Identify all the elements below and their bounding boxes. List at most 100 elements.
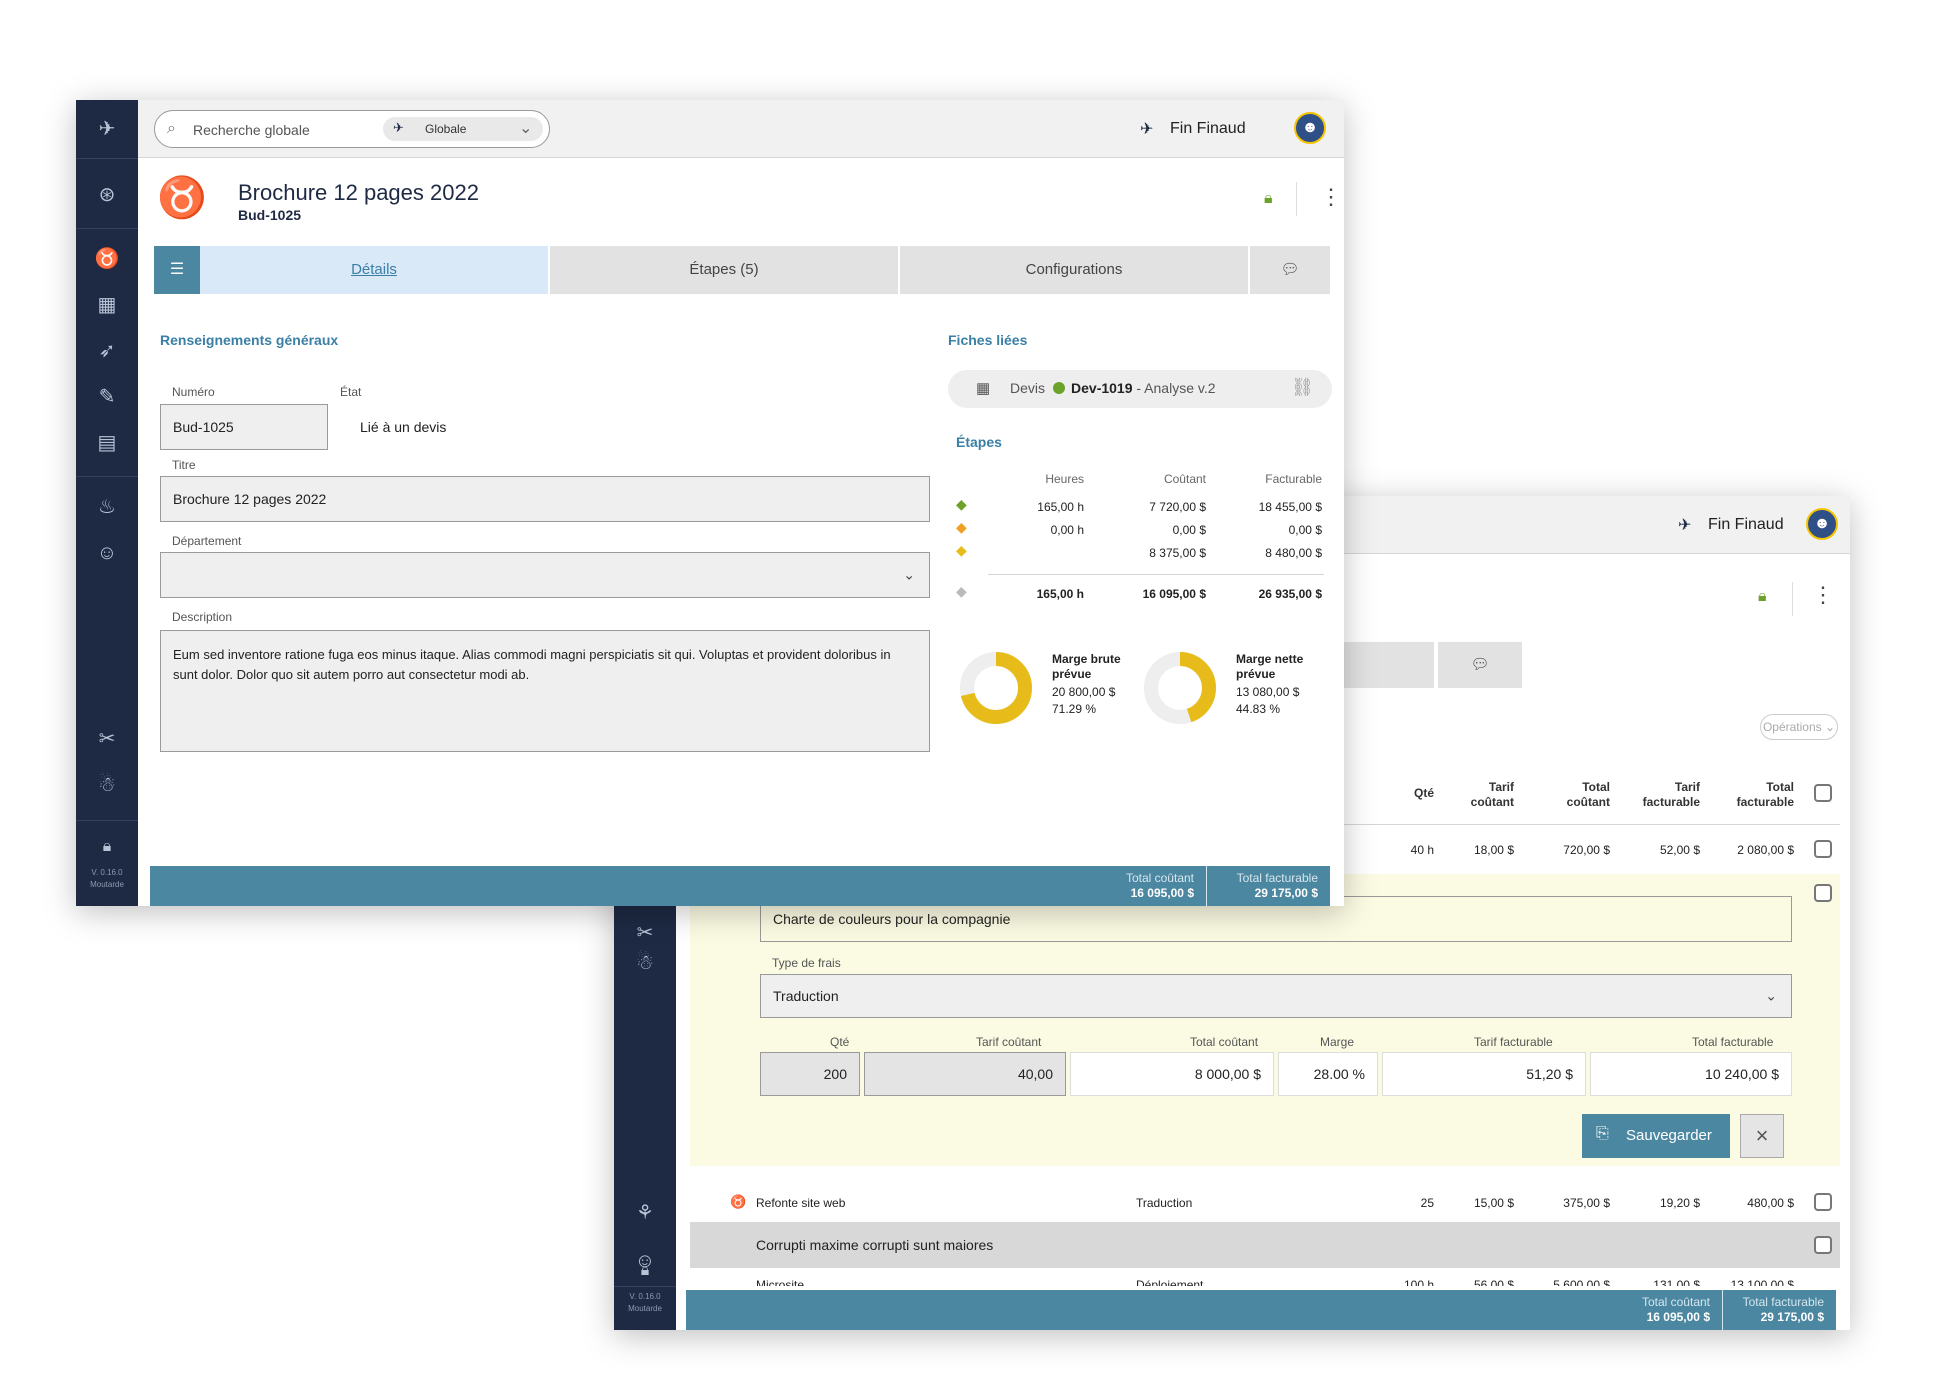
col-total-coutant: Total coûtant — [1524, 780, 1610, 810]
general-section-title: Renseignements généraux — [160, 332, 339, 348]
cell-total-fact: 13 100,00 $ — [1730, 1278, 1794, 1286]
description-label: Description — [172, 610, 233, 624]
lock-icon[interactable]: 🔒︎ — [94, 834, 120, 860]
cow-icon: ♉ — [157, 176, 207, 220]
calculator-icon[interactable]: ▦ — [94, 292, 120, 318]
total-fact-input[interactable]: 10 240,00 $ — [1590, 1052, 1792, 1096]
etat-value: Lié à un devis — [360, 419, 447, 435]
total-coutant-input[interactable]: 8 000,00 $ — [1070, 1052, 1274, 1096]
row-checkbox[interactable] — [1814, 1193, 1832, 1211]
satellite-icon[interactable]: ✂ — [94, 726, 120, 752]
inbox-icon[interactable]: ▤ — [94, 430, 120, 456]
cow-icon[interactable]: ♉ — [94, 246, 120, 272]
tag-icon[interactable]: ✎ — [94, 384, 120, 410]
col-tarif-coutant-l1: Tarif — [1488, 780, 1514, 794]
steps-section-title: Étapes — [956, 434, 1002, 450]
linked-quote-chip[interactable]: ▦ Devis Dev-1019 - Analyse v.2 ⛓ — [948, 370, 1332, 408]
total-cost-label: Total coûtant — [1641, 1295, 1710, 1309]
robot-head-icon[interactable]: ⚘ — [632, 1200, 658, 1226]
total-heures: 165,00 h — [1036, 587, 1084, 601]
col-total-fact: Total facturable — [1708, 780, 1794, 810]
tab-configurations[interactable]: Configurations — [900, 246, 1250, 294]
marge-input[interactable]: 28.00 % — [1278, 1052, 1378, 1096]
row-checkbox[interactable] — [1814, 840, 1832, 858]
scissors-icon[interactable]: ✂ — [632, 920, 658, 946]
titre-label: Titre — [172, 458, 196, 472]
tarif-coutant-input[interactable]: 40,00 — [864, 1052, 1066, 1096]
total-fact-value: 10 240,00 $ — [1705, 1066, 1779, 1082]
operations-dropdown[interactable]: Opérations ⌄ — [1760, 714, 1838, 740]
lock-icon[interactable]: 🔒︎ — [1264, 190, 1273, 208]
save-label: Sauvegarder — [1626, 1127, 1712, 1144]
list-view-button[interactable]: ☰ — [154, 246, 200, 294]
col-tarif-fact: Tarif facturable — [1618, 780, 1700, 810]
net-margin-title-l2: prévue — [1236, 667, 1276, 681]
gross-margin-donut — [960, 652, 1032, 724]
cell-total-fact: 480,00 $ — [1747, 1196, 1794, 1210]
comments-icon: 💬︎ — [1280, 261, 1300, 278]
avatar[interactable]: ☻ — [1806, 508, 1838, 540]
description-field[interactable]: Eum sed inventore ratione fuga eos minus… — [160, 630, 930, 752]
unlink-icon[interactable]: ⛓ — [1291, 377, 1314, 398]
row-checkbox[interactable] — [1814, 884, 1832, 902]
tab-comments[interactable]: 💬︎ — [1438, 642, 1524, 688]
cell-type: Déploiement — [1136, 1278, 1204, 1286]
step-heures: 165,00 h — [1037, 500, 1084, 514]
save-icon: ⎘ — [1596, 1125, 1609, 1142]
total-cost-value: 16 095,00 $ — [1646, 1310, 1710, 1324]
linked-name: - Analyse v.2 — [1132, 380, 1216, 396]
astronaut-icon[interactable]: ☺ — [94, 540, 120, 566]
tab-comments[interactable]: 💬︎ — [1250, 246, 1332, 294]
cell-total-coutant: 720,00 $ — [1563, 843, 1610, 857]
group-row[interactable]: Corrupti maxime corrupti sunt maiores — [690, 1222, 1840, 1268]
total-facturable: 26 935,00 $ — [1258, 587, 1322, 601]
titre-field[interactable]: Brochure 12 pages 2022 — [160, 476, 930, 522]
cancel-button[interactable]: × — [1740, 1114, 1784, 1158]
more-options-icon[interactable]: ⋮ — [1320, 184, 1342, 210]
sidebar-divider — [76, 158, 138, 159]
step-facturable: 18 455,00 $ — [1258, 500, 1322, 514]
cell-qty: 25 — [1420, 1196, 1434, 1210]
page-title: Brochure 12 pages 2022 — [238, 180, 479, 205]
lock-icon[interactable]: 🔒︎ — [1758, 588, 1767, 606]
more-options-icon[interactable]: ⋮ — [1812, 582, 1834, 608]
globe-icon[interactable]: ⊛ — [94, 182, 120, 208]
tarif-coutant-value: 40,00 — [1017, 1066, 1053, 1082]
net-margin-donut — [1144, 652, 1216, 724]
departement-select[interactable]: ⌄ — [160, 552, 930, 598]
select-all-checkbox[interactable] — [1814, 784, 1832, 802]
avatar[interactable]: ☻ — [1294, 112, 1326, 144]
user-name: Fin Finaud — [1708, 516, 1784, 533]
operations-label: Opérations — [1762, 720, 1822, 734]
net-margin-values: 13 080,00 $ 44.83 % — [1236, 684, 1299, 718]
step-facturable: 8 480,00 $ — [1265, 546, 1322, 560]
linked-type: Devis — [1010, 380, 1046, 396]
steps-divider — [988, 574, 1324, 575]
steps-col-coutant: Coûtant — [1163, 472, 1206, 486]
marge-value: 28.00 % — [1313, 1066, 1365, 1082]
numero-field[interactable]: Bud-1025 — [160, 404, 328, 450]
col-tarif-coutant: Tarif coûtant — [1444, 780, 1514, 810]
table-row[interactable]: Microsite Déploiement 100 h 56,00 $ 5 60… — [614, 1276, 1850, 1286]
rocket-icon[interactable]: ➶ — [94, 338, 120, 364]
tab-etapes[interactable]: Étapes (5) — [550, 246, 900, 294]
save-button[interactable]: ⎘ Sauvegarder — [1582, 1114, 1730, 1158]
robot-icon[interactable]: ☃ — [632, 950, 658, 976]
robot-icon[interactable]: ☃ — [94, 772, 120, 798]
brand-logo-icon[interactable]: ✈ — [94, 116, 120, 142]
total-cost-cell: Total coûtant 16 095,00 $ — [150, 866, 1206, 906]
type-select[interactable]: Traduction ⌄ — [760, 974, 1792, 1018]
gross-margin-title-l2: prévue — [1052, 667, 1092, 681]
total-bill-label: Total facturable — [1742, 1295, 1824, 1309]
user-menu[interactable]: ✈ Fin Finaud ☻ — [138, 100, 1344, 158]
cell-total-coutant: 375,00 $ — [1563, 1196, 1610, 1210]
group-row-label: Corrupti maxime corrupti sunt maiores — [756, 1237, 994, 1253]
status-dot — [1053, 382, 1066, 394]
row-checkbox[interactable] — [1814, 1236, 1832, 1254]
front-topbar: ⌕ Recherche globale ✈ Globale ⌄ ✈ Fin Fi… — [138, 100, 1344, 158]
ufo-icon[interactable]: ♨ — [94, 494, 120, 520]
divider — [1792, 582, 1793, 616]
qty-input[interactable]: 200 — [760, 1052, 860, 1096]
tab-details[interactable]: Détails — [200, 246, 550, 294]
tarif-fact-input[interactable]: 51,20 $ — [1382, 1052, 1586, 1096]
